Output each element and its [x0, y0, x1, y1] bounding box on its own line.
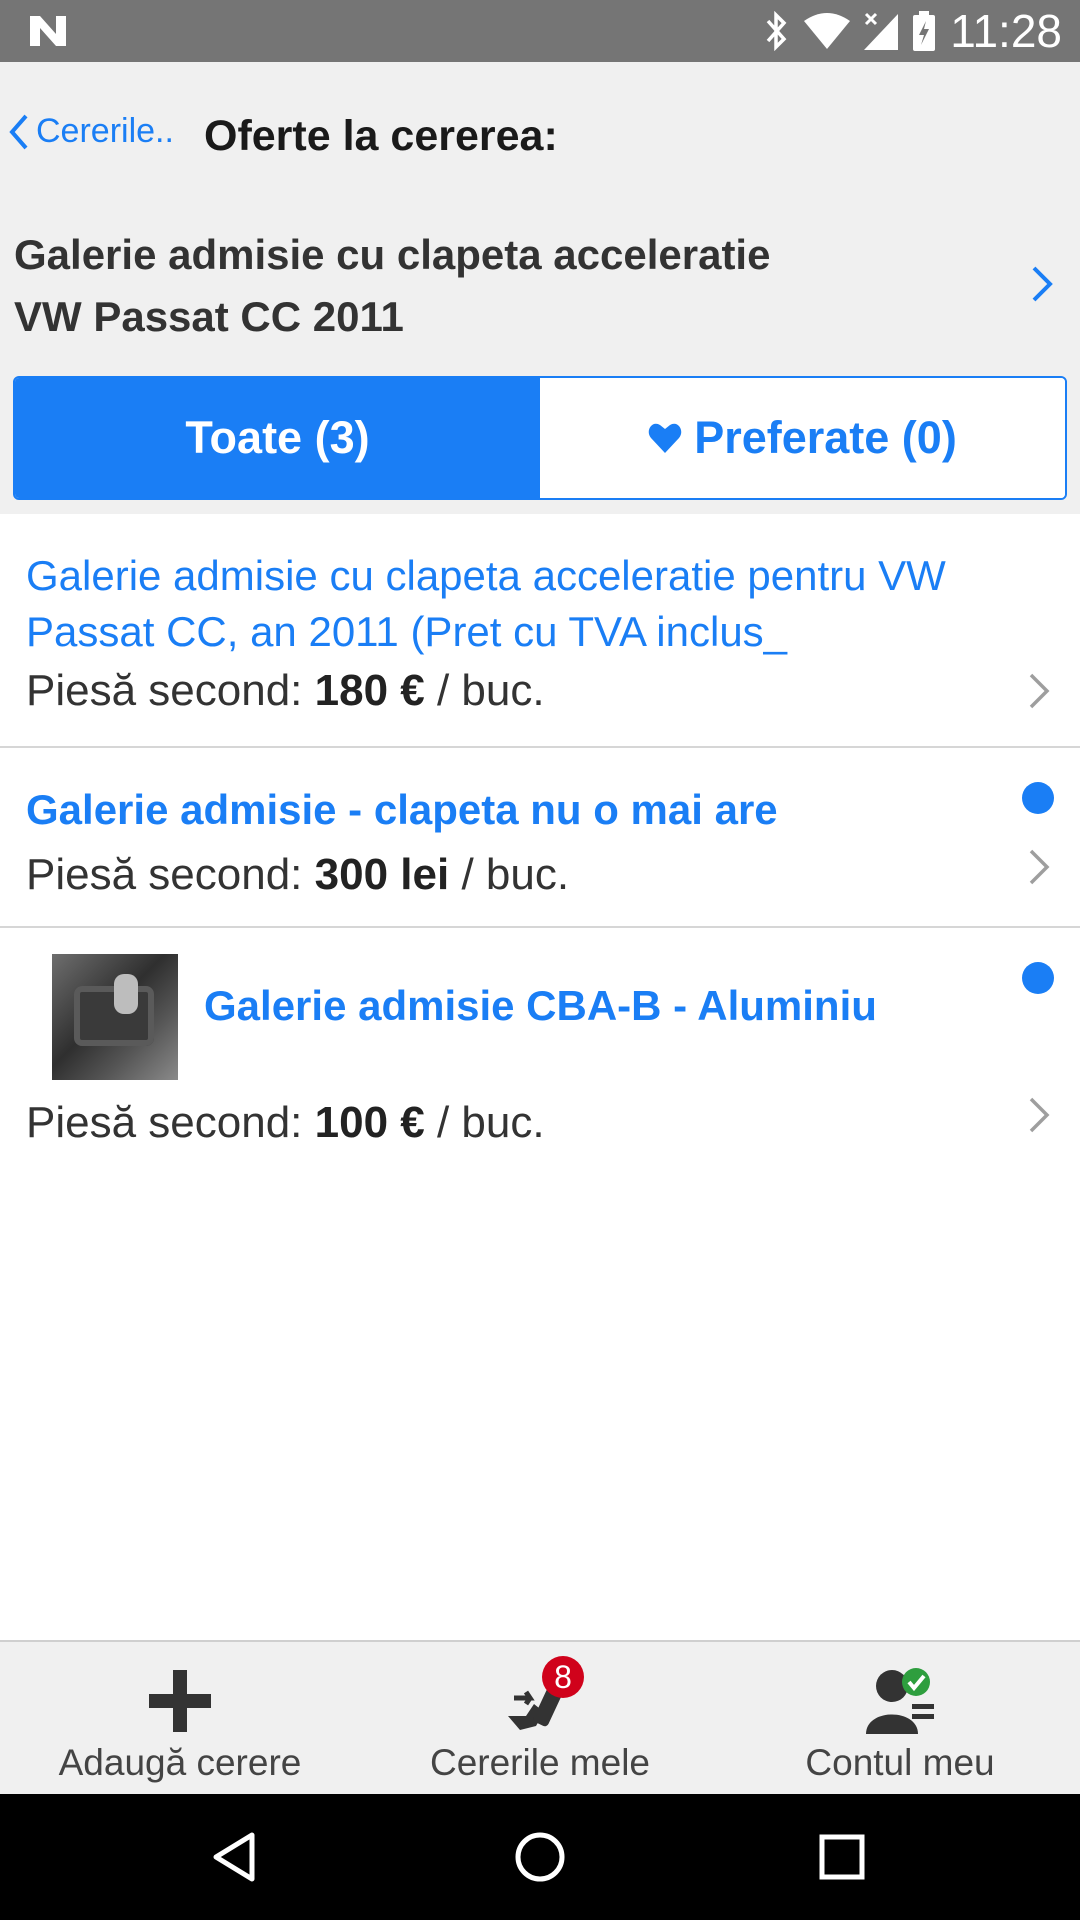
- offer-item[interactable]: Galerie admisie cu clapeta acceleratie p…: [0, 514, 1080, 748]
- user-verified-icon: [866, 1668, 934, 1734]
- offers-list: Galerie admisie cu clapeta acceleratie p…: [0, 514, 1080, 1158]
- status-bar: 11:28: [0, 0, 1080, 62]
- request-title: Galerie admisie cu clapeta acceleratie V…: [14, 224, 914, 348]
- plus-icon: [149, 1670, 211, 1732]
- offer-title: Galerie admisie - clapeta nu o mai are: [26, 786, 778, 833]
- home-circle-icon[interactable]: [510, 1827, 570, 1887]
- battery-icon: [913, 11, 936, 51]
- offer-price-line: Piesă second: 300 lei / buc.: [26, 850, 569, 900]
- offer-price-prefix: Piesă second:: [26, 1098, 303, 1147]
- tab-requests-icon-wrap: 8: [500, 1656, 584, 1736]
- heart-icon: [648, 423, 682, 453]
- notification-n-icon: [30, 16, 66, 46]
- unread-dot: [1022, 962, 1054, 994]
- engine-photo-shape: [114, 974, 138, 1014]
- chevron-right-icon: [1029, 1097, 1050, 1133]
- tab-my-account[interactable]: Contul meu: [760, 1642, 1040, 1796]
- status-icons: 11:28: [764, 0, 1062, 62]
- tab-requests-label: Cererile mele: [429, 1742, 650, 1783]
- request-title-line2: VW Passat CC 2011: [14, 293, 404, 340]
- request-title-line1: Galerie admisie cu clapeta acceleratie: [14, 231, 771, 278]
- chevron-right-icon: [1032, 266, 1053, 302]
- chevron-left-icon: [9, 114, 28, 149]
- tab-favorites[interactable]: Preferate (0): [540, 378, 1065, 498]
- bluetooth-icon: [766, 11, 787, 51]
- recents-square-icon[interactable]: [812, 1827, 872, 1887]
- offer-unit: / buc.: [461, 850, 570, 899]
- offer-thumbnail[interactable]: [52, 954, 178, 1080]
- bottom-tab-bar: Adaugă cerere 8 Cererile mele Contul meu: [0, 1640, 1080, 1794]
- tab-add-label: Adaugă cerere: [58, 1742, 302, 1783]
- system-nav-bar: [0, 1794, 1080, 1920]
- offer-price: 300 lei: [314, 850, 450, 899]
- offer-item[interactable]: Galerie admisie CBA-B - Aluminiu Piesă s…: [0, 928, 1080, 1158]
- offer-unit: / buc.: [436, 666, 545, 715]
- cell-signal-icon: [864, 12, 899, 50]
- back-triangle-icon[interactable]: [206, 1827, 266, 1887]
- offer-unit: / buc.: [436, 1098, 545, 1147]
- request-summary-row[interactable]: Galerie admisie cu clapeta acceleratie V…: [0, 224, 1080, 364]
- tab-all[interactable]: Toate (3): [15, 378, 540, 498]
- tab-add-request[interactable]: Adaugă cerere: [40, 1642, 320, 1796]
- notification-badge: 8: [542, 1656, 584, 1698]
- tab-my-requests[interactable]: 8 Cererile mele: [400, 1642, 680, 1796]
- back-button[interactable]: Cererile..: [8, 112, 174, 151]
- tab-all-label: Toate (3): [185, 412, 370, 463]
- offer-price: 180 €: [314, 666, 425, 715]
- tab-favorites-label: Preferate (0): [694, 412, 957, 463]
- offer-item[interactable]: Galerie admisie - clapeta nu o mai are P…: [0, 748, 1080, 928]
- offer-title: Galerie admisie CBA-B - Aluminiu: [204, 982, 877, 1029]
- offer-price-prefix: Piesă second:: [26, 850, 303, 899]
- page-title: Oferte la cererea:: [204, 112, 558, 160]
- chevron-right-icon: [1029, 849, 1050, 885]
- offer-price-prefix: Piesă second:: [26, 666, 303, 715]
- wifi-icon: [804, 13, 851, 49]
- offer-price-line: Piesă second: 100 € / buc.: [26, 1098, 545, 1148]
- offer-price-line: Piesă second: 180 € / buc.: [26, 666, 545, 716]
- offer-filter-tabs: Toate (3) Preferate (0): [13, 376, 1067, 500]
- offer-title: Galerie admisie cu clapeta acceleratie p…: [26, 552, 946, 655]
- back-label: Cererile..: [36, 112, 174, 150]
- unread-dot: [1022, 782, 1054, 814]
- tab-account-label: Contul meu: [805, 1742, 995, 1783]
- chevron-right-icon: [1029, 673, 1050, 709]
- offer-price: 100 €: [314, 1098, 425, 1147]
- status-time: 11:28: [950, 5, 1062, 57]
